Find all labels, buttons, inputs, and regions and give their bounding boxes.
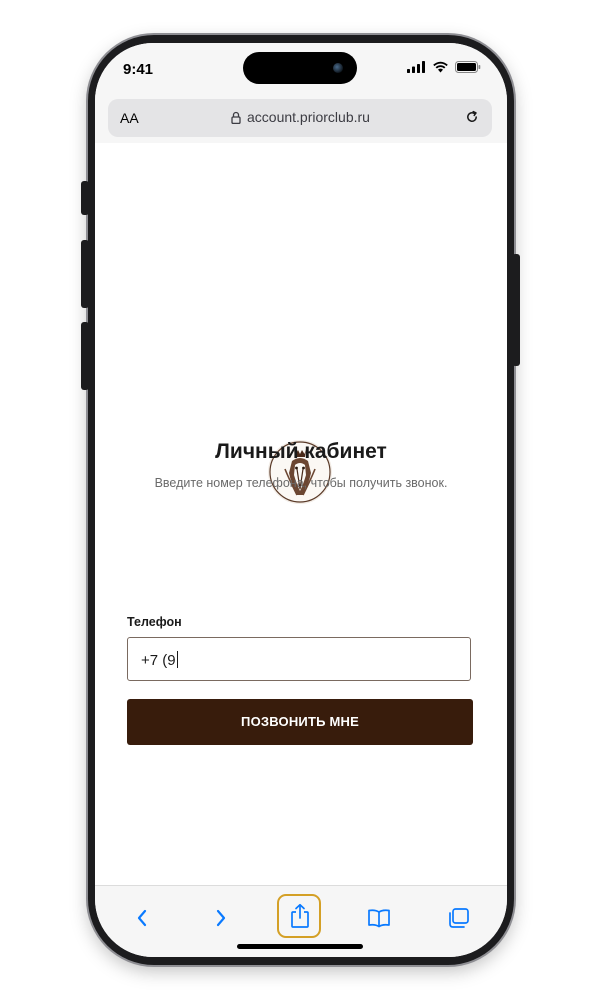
reload-icon[interactable] bbox=[465, 110, 479, 124]
page-subtitle: Введите номер телефона, чтобы получить з… bbox=[154, 476, 448, 490]
wifi-icon bbox=[433, 61, 448, 73]
call-me-button[interactable]: ПОЗВОНИТЬ МНЕ bbox=[127, 699, 473, 745]
browser-top-bar: 9:41 AA account.priorclub.ru bbox=[95, 43, 507, 143]
volume-up-button bbox=[81, 240, 89, 308]
camera-icon bbox=[333, 63, 343, 73]
volume-down-button bbox=[81, 322, 89, 390]
back-button[interactable] bbox=[127, 906, 157, 930]
battery-icon bbox=[455, 61, 481, 73]
share-icon bbox=[291, 903, 309, 928]
share-button[interactable] bbox=[285, 903, 315, 928]
back-icon bbox=[137, 909, 147, 927]
status-time: 9:41 bbox=[123, 61, 154, 78]
screen: 9:41 AA account.priorclub.ru Личный каби… bbox=[95, 43, 507, 957]
signal-icon bbox=[407, 61, 425, 73]
text-size-button[interactable]: AA bbox=[120, 110, 139, 126]
forward-icon bbox=[216, 909, 226, 927]
lock-icon bbox=[231, 111, 241, 124]
page-title: Личный кабинет bbox=[215, 440, 387, 463]
phone-input-value: +7 (9 bbox=[141, 651, 178, 669]
browser-bottom-toolbar bbox=[95, 885, 507, 957]
url-text: account.priorclub.ru bbox=[247, 109, 370, 125]
status-bar: 9:41 bbox=[95, 43, 507, 93]
text-caret bbox=[176, 651, 178, 668]
bookmarks-icon bbox=[368, 909, 390, 928]
phone-field-label: Телефон bbox=[127, 615, 182, 629]
url-display[interactable]: account.priorclub.ru bbox=[231, 109, 370, 125]
home-indicator[interactable] bbox=[237, 944, 363, 949]
dynamic-island bbox=[243, 52, 357, 84]
bookmarks-button[interactable] bbox=[364, 906, 394, 930]
forward-button[interactable] bbox=[206, 906, 236, 930]
power-button bbox=[512, 254, 520, 366]
status-icons bbox=[407, 61, 481, 73]
page-content bbox=[95, 143, 507, 885]
phone-input[interactable]: +7 (9 bbox=[127, 637, 471, 681]
address-bar[interactable]: AA account.priorclub.ru bbox=[108, 99, 492, 137]
mute-switch bbox=[81, 181, 89, 215]
tabs-button[interactable] bbox=[443, 906, 473, 930]
tabs-icon bbox=[449, 908, 469, 928]
